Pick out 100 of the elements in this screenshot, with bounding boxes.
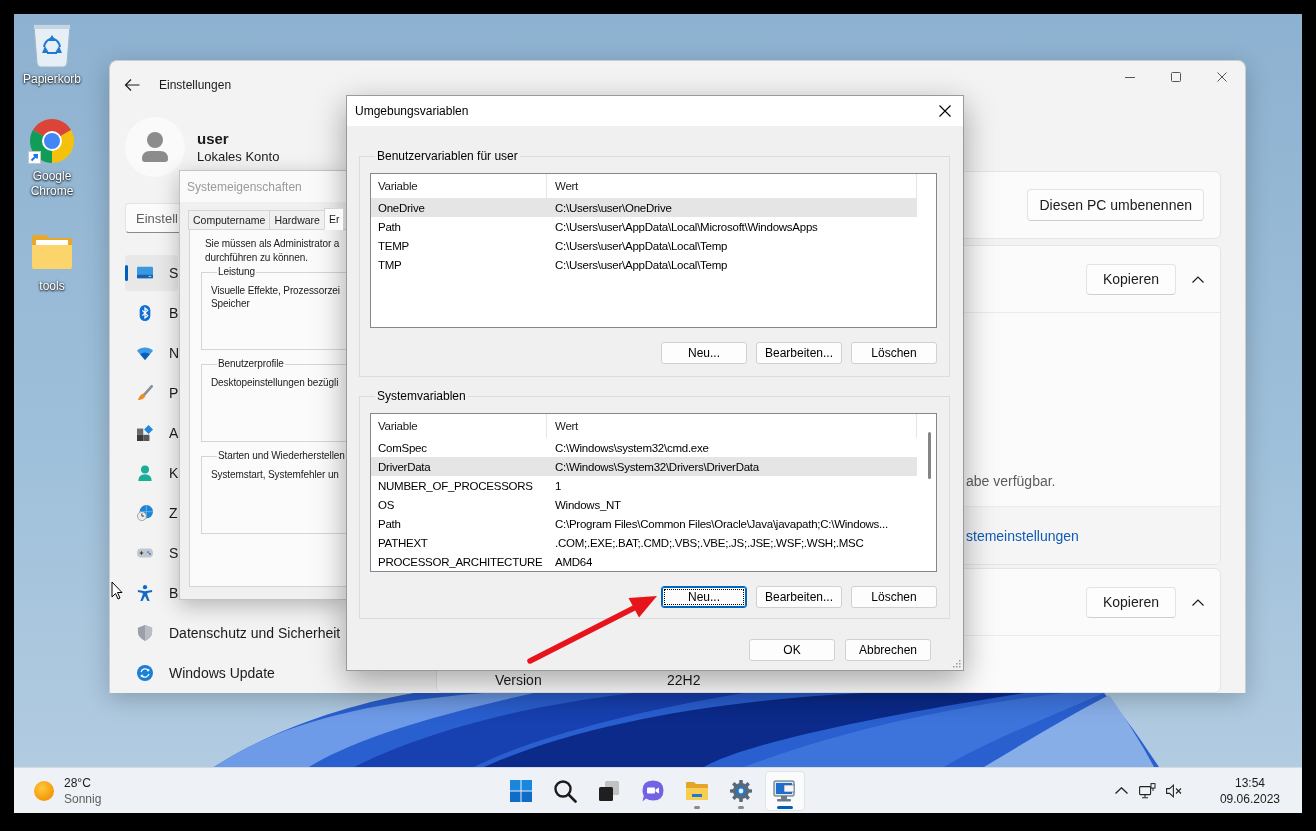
list-row[interactable]: PROCESSOR_ARCHITECTURE AMD64: [371, 552, 917, 571]
chevron-up-icon[interactable]: [1192, 598, 1204, 606]
table-cell-text: AMD64: [554, 555, 593, 568]
nav-item[interactable]: S: [125, 255, 179, 291]
column-header[interactable]: Wert: [547, 414, 917, 438]
globe-clock-icon: [137, 505, 153, 521]
user-name: user: [197, 129, 230, 148]
nav-item[interactable]: Datenschutz und Sicherheit: [125, 615, 341, 651]
recycle-bin-icon[interactable]: [32, 22, 72, 68]
wifi-icon: [137, 345, 153, 361]
list-row[interactable]: ComSpec C:\Windows\system32\cmd.exe: [371, 438, 917, 457]
chevron-up-icon: [1115, 787, 1129, 794]
task-view-icon: [597, 778, 621, 803]
copy-button[interactable]: Kopieren: [1085, 263, 1176, 295]
rename-pc-button[interactable]: Diesen PC umbenennen: [1027, 189, 1204, 221]
settings-icon: [729, 778, 753, 803]
table-cell-text: C:\Users\user\AppData\Local\Temp: [554, 258, 728, 271]
dialog-button[interactable]: Bearbeiten...: [756, 342, 842, 364]
settings-link[interactable]: stemeinstellungen: [966, 527, 1079, 544]
network-icon: [1139, 782, 1157, 799]
sync-icon: [137, 665, 153, 681]
table-cell-text: C:\Program Files\Common Files\Oracle\Java\javapath;C:\Windows...: [554, 517, 888, 530]
dialog-button[interactable]: Löschen: [851, 342, 937, 364]
hint-text: abe verfügbar.: [966, 472, 1056, 490]
nav-item[interactable]: B: [125, 295, 179, 331]
temperature-text[interactable]: 28°C: [64, 774, 102, 791]
selection-indicator: [125, 265, 128, 281]
table-cell-text: C:\Users\user\AppData\Local\Microsoft\WindowsApps: [554, 220, 818, 233]
list-row[interactable]: TEMP C:\Users\user\AppData\Local\Temp: [371, 236, 917, 255]
nav-item[interactable]: K: [125, 455, 179, 491]
variable-list[interactable]: [370, 413, 937, 572]
brush-icon: [137, 385, 153, 401]
person-icon: [137, 465, 153, 481]
nav-item[interactable]: Windows Update: [125, 655, 275, 691]
search-field[interactable]: Einstell: [125, 203, 179, 233]
table-cell-text: OS: [377, 498, 396, 511]
group-title: Benutzerprofile: [217, 357, 285, 371]
table-cell-text: 1: [554, 479, 562, 492]
clock-date[interactable]: 09.06.2023: [1219, 790, 1280, 807]
table-cell-text: TEMP: [377, 239, 410, 252]
section-title: Benutzervariablen für user: [376, 149, 519, 163]
apps-icon: [137, 425, 153, 441]
monitor-icon: [137, 265, 153, 281]
dialog-title: Systemeigenschaften: [187, 179, 302, 194]
browser-shortcut-icon[interactable]: [28, 117, 76, 165]
list-row[interactable]: Path C:\Users\user\AppData\Local\Microsoft\WindowsApps: [371, 217, 917, 236]
table-cell-text: OneDrive: [377, 201, 426, 214]
nav-item[interactable]: S: [125, 535, 179, 571]
resize-grip-icon[interactable]: [952, 659, 961, 668]
table-cell-text: Windows_NT: [554, 498, 621, 511]
window-title: Einstellungen: [159, 78, 232, 92]
dialog-button[interactable]: OK: [749, 639, 835, 661]
dialog-button[interactable]: Löschen: [851, 586, 937, 608]
group-description: Systemstart, Systemfehler un: [211, 468, 340, 481]
list-row[interactable]: NUMBER_OF_PROCESSORS 1: [371, 476, 917, 495]
clock-time[interactable]: 13:54: [1234, 774, 1265, 791]
tab[interactable]: Er: [323, 208, 344, 230]
dialog-button[interactable]: Neu...: [661, 586, 747, 608]
table-cell-text: C:\Users\user\AppData\Local\Temp: [554, 239, 728, 252]
close-icon: [939, 105, 951, 117]
property-value: 22H2: [667, 672, 701, 688]
list-row[interactable]: OneDrive C:\Users\user\OneDrive: [371, 198, 917, 217]
table-cell-text: PROCESSOR_ARCHITECTURE: [377, 555, 544, 568]
table-cell-text: ComSpec: [377, 441, 428, 454]
table-cell-text: NUMBER_OF_PROCESSORS: [377, 479, 534, 492]
dialog-button[interactable]: Abbrechen: [845, 639, 931, 661]
list-row[interactable]: TMP C:\Users\user\AppData\Local\Temp: [371, 255, 917, 274]
section-title: Systemvariablen: [376, 389, 467, 403]
shield-icon: [137, 625, 153, 641]
minimize-icon: [1125, 76, 1135, 78]
bluetooth-icon: [137, 305, 153, 321]
variable-list[interactable]: Variable Wert OneDrive C:\Users\user\OneDrive Path C:\Users\user\AppData\Local\Microsoft\WindowsApps TEMP C:\Users\user\AppData\Local\Temp TMP C:\Users\user\AppData\Local\Temp: [370, 173, 937, 328]
dialog-button[interactable]: Neu...: [661, 342, 747, 364]
weather-condition[interactable]: Sonnig: [64, 790, 102, 807]
column-header[interactable]: Variable: [371, 414, 547, 438]
nav-item[interactable]: A: [125, 415, 179, 451]
tab[interactable]: Computername: [188, 210, 271, 230]
nav-item[interactable]: B: [125, 575, 179, 611]
four-squares-icon: [509, 778, 533, 803]
nav-item[interactable]: P: [125, 375, 179, 411]
chevron-up-icon[interactable]: [1192, 275, 1204, 283]
search-icon: [553, 778, 577, 803]
group-title: Starten und Wiederherstellen: [217, 449, 346, 463]
taskbar-button[interactable]: [765, 770, 805, 811]
copy-button[interactable]: Kopieren: [1085, 586, 1176, 618]
dialog-button[interactable]: Bearbeiten...: [756, 586, 842, 608]
account-type: Lokales Konto: [197, 147, 280, 165]
avatar-icon: [125, 117, 185, 177]
list-row[interactable]: PATHEXT .COM;.EXE;.BAT;.CMD;.VBS;.VBE;.JS;.JSE;.WSF;.WSH;.MSC: [371, 533, 917, 552]
table-cell-text: DriverData: [377, 460, 432, 473]
nav-item[interactable]: N: [125, 335, 180, 371]
accessibility-icon: [137, 585, 153, 601]
list-row[interactable]: OS Windows_NT: [371, 495, 917, 514]
scrollbar-thumb[interactable]: [928, 432, 931, 479]
list-row[interactable]: DriverData C:\Windows\System32\Drivers\DriverData: [371, 457, 917, 476]
dialog-title: Umgebungsvariablen: [355, 104, 469, 118]
list-row[interactable]: Path C:\Program Files\Common Files\Oracle\Java\javapath;C:\Windows...: [371, 514, 917, 533]
group-title: Leistung: [217, 265, 256, 279]
property-label: Version: [495, 672, 543, 688]
nav-item[interactable]: Z: [125, 495, 178, 531]
